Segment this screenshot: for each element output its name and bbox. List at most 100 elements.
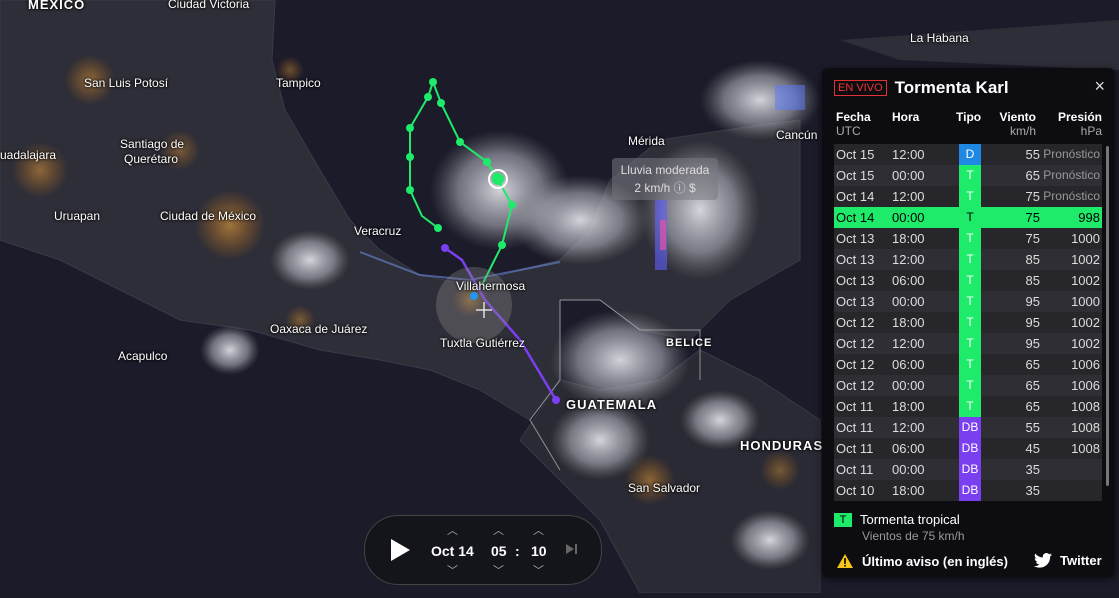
row-hora: 12:00	[892, 189, 925, 204]
table-row[interactable]: Oct 15 12:00 D 55 Pronóstico	[834, 144, 1102, 165]
current-storm-dot	[492, 173, 504, 185]
table-row[interactable]: Oct 11 12:00 DB 55 1008	[834, 417, 1102, 438]
row-fecha: Oct 15	[836, 147, 875, 162]
row-fecha: Oct 13	[836, 231, 875, 246]
row-tipo-badge: DB	[959, 417, 981, 438]
map-label-honduras: HONDURAS	[740, 438, 824, 453]
row-fecha: Oct 15	[836, 168, 875, 183]
row-presion: 1008	[1071, 420, 1100, 435]
table-row[interactable]: Oct 13 12:00 T 85 1002	[834, 249, 1102, 270]
table-row[interactable]: Oct 14 12:00 T 75 Pronóstico	[834, 186, 1102, 207]
row-viento: 85	[1025, 252, 1040, 267]
col-hora[interactable]: Hora	[892, 110, 919, 124]
table-row[interactable]: Oct 10 18:00 DB 35	[834, 480, 1102, 501]
table-row[interactable]: Oct 12 18:00 T 95 1002	[834, 312, 1102, 333]
row-viento: 75	[1025, 231, 1040, 246]
track-point[interactable]	[441, 244, 449, 252]
row-viento: 95	[1025, 315, 1040, 330]
row-fecha: Oct 12	[836, 315, 875, 330]
map-label-belice: BELICE	[666, 337, 713, 349]
row-tipo-badge: DB	[959, 480, 981, 501]
hour-up-chevron-icon[interactable]: ︿	[493, 522, 504, 538]
col-viento[interactable]: Viento km/h	[994, 110, 1036, 138]
table-row[interactable]: Oct 13 18:00 T 75 1000	[834, 228, 1102, 249]
warning-icon	[837, 554, 853, 568]
legend-sub: Vientos de 75 km/h	[862, 529, 965, 543]
row-hora: 12:00	[892, 147, 925, 162]
table-row[interactable]: Oct 11 06:00 DB 45 1008	[834, 438, 1102, 459]
row-presion: 998	[1078, 210, 1100, 225]
row-presion: 1008	[1071, 399, 1100, 414]
row-viento: 75	[1025, 189, 1040, 204]
row-viento: 95	[1025, 294, 1040, 309]
map-label-cancun: Cancún	[776, 128, 818, 142]
storm-panel: EN VIVO Tormenta Karl × Fecha UTC Hora T…	[822, 68, 1115, 577]
play-icon[interactable]	[389, 538, 411, 562]
twitter-link[interactable]: Twitter	[1034, 553, 1102, 568]
row-hora: 12:00	[892, 252, 925, 267]
table-row[interactable]: Oct 12 12:00 T 95 1002	[834, 333, 1102, 354]
row-fecha: Oct 13	[836, 294, 875, 309]
row-tipo-badge: D	[959, 144, 981, 165]
row-hora: 06:00	[892, 357, 925, 372]
row-presion: 1002	[1071, 273, 1100, 288]
row-tipo-badge: T	[959, 228, 981, 249]
player-minute[interactable]: 10	[531, 543, 547, 559]
row-presion: 1006	[1071, 357, 1100, 372]
row-presion: Pronóstico	[1043, 147, 1100, 161]
row-tipo-badge: T	[959, 396, 981, 417]
map-label-qro2: Querétaro	[124, 152, 179, 166]
row-viento: 55	[1025, 420, 1040, 435]
col-tipo-label: Tipo	[956, 110, 982, 124]
hour-down-chevron-icon[interactable]: ﹀	[493, 562, 504, 578]
date-up-chevron-icon[interactable]: ︿	[447, 522, 458, 538]
row-presion: 1000	[1071, 294, 1100, 309]
date-down-chevron-icon[interactable]: ﹀	[447, 562, 458, 578]
table-scrollbar[interactable]	[1106, 146, 1109, 486]
rain-tooltip-title: Lluvia moderada	[620, 163, 710, 177]
table-row[interactable]: Oct 14 00:00 T 75 998	[834, 207, 1102, 228]
col-presion[interactable]: Presión hPa	[1054, 110, 1102, 138]
panel-header: EN VIVO Tormenta Karl	[834, 78, 1009, 98]
track-point[interactable]	[552, 396, 560, 404]
table-row[interactable]: Oct 12 00:00 T 65 1006	[834, 375, 1102, 396]
table-row[interactable]: Oct 13 00:00 T 95 1000	[834, 291, 1102, 312]
col-fecha-unit: UTC	[836, 124, 861, 138]
minute-up-chevron-icon[interactable]: ︿	[533, 522, 544, 538]
table-row[interactable]: Oct 11 18:00 T 65 1008	[834, 396, 1102, 417]
skip-forward-icon[interactable]	[565, 543, 579, 555]
map-label-qro1: Santiago de	[120, 137, 185, 151]
row-viento: 65	[1025, 399, 1040, 414]
map-label-mexico: MÉXICO	[28, 0, 86, 12]
player-date[interactable]: Oct 14	[431, 543, 474, 559]
close-icon[interactable]: ×	[1094, 76, 1105, 97]
row-hora: 00:00	[892, 210, 925, 225]
col-tipo[interactable]: Tipo	[956, 110, 981, 124]
col-fecha[interactable]: Fecha UTC	[836, 110, 871, 138]
rain-tooltip[interactable]: Lluvia moderada 2 km/h ⓘ $	[612, 158, 718, 200]
table-row[interactable]: Oct 15 00:00 T 65 Pronóstico	[834, 165, 1102, 186]
warning-link[interactable]: Último aviso (en inglés)	[836, 553, 1008, 569]
row-hora: 18:00	[892, 231, 925, 246]
row-tipo-badge: T	[959, 270, 981, 291]
row-fecha: Oct 14	[836, 189, 875, 204]
row-tipo-badge: DB	[959, 438, 981, 459]
col-presion-unit: hPa	[1080, 124, 1102, 138]
row-viento: 65	[1025, 357, 1040, 372]
map-label-veracruz: Veracruz	[354, 224, 402, 238]
map-label-uruapan: Uruapan	[54, 209, 101, 223]
minute-down-chevron-icon[interactable]: ﹀	[533, 562, 544, 578]
legend-badge: T	[834, 512, 852, 527]
table-row[interactable]: Oct 13 06:00 T 85 1002	[834, 270, 1102, 291]
row-hora: 18:00	[892, 483, 925, 498]
table-row[interactable]: Oct 11 00:00 DB 35	[834, 459, 1102, 480]
row-tipo-badge: DB	[959, 459, 981, 480]
player-hour[interactable]: 05	[491, 543, 507, 559]
row-fecha: Oct 10	[836, 483, 875, 498]
table-row[interactable]: Oct 12 06:00 T 65 1006	[834, 354, 1102, 375]
row-tipo-badge: T	[959, 249, 981, 270]
col-viento-label: Viento	[999, 110, 1036, 124]
rain-tooltip-detail: 2 km/h ⓘ $	[634, 181, 696, 195]
row-tipo-badge: T	[959, 165, 981, 186]
col-presion-label: Presión	[1057, 110, 1102, 124]
